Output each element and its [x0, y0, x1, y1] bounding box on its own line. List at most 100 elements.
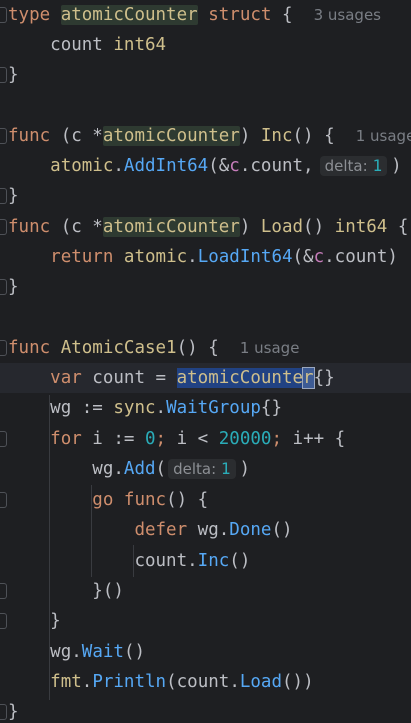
fold-end-icon[interactable] — [0, 613, 7, 629]
code-line[interactable]: } — [0, 606, 411, 636]
type-name: WaitGroup — [166, 398, 261, 418]
method-call: Inc — [197, 551, 230, 571]
hint-value: 1 — [220, 459, 231, 478]
dot: . — [71, 642, 82, 662]
keyword-func: func — [8, 338, 51, 358]
object-ref: count — [134, 551, 188, 571]
args-rest: .count, — [239, 156, 314, 176]
args: (& — [208, 156, 230, 176]
closure-end: }() — [92, 581, 124, 601]
receiver-close: ) — [239, 217, 261, 237]
dot: . — [187, 551, 198, 571]
code-line[interactable]: func (c *atomicCounter) Inc() { 1 usage — [0, 121, 411, 151]
keyword-defer: defer — [134, 520, 188, 540]
keyword-for: for — [50, 429, 82, 449]
signature: () { — [176, 338, 219, 358]
code-line[interactable]: } — [0, 697, 411, 723]
usages-hint[interactable]: 1 usage — [240, 339, 300, 357]
code-line[interactable]: return atomic.LoadInt64(&c.count) — [0, 242, 411, 272]
code-line[interactable]: go func() { — [0, 485, 411, 515]
fold-start-icon[interactable] — [0, 7, 7, 23]
variable-decl: wg := — [50, 398, 114, 418]
method-name: Inc — [260, 126, 293, 146]
signature: () { — [292, 126, 335, 146]
receiver-open: (c * — [50, 217, 103, 237]
signature: () — [303, 217, 335, 237]
dot: . — [155, 398, 167, 418]
call-parens: () — [271, 520, 293, 540]
args-rest: .count) — [324, 247, 398, 267]
object-ref: count — [176, 672, 230, 692]
code-line[interactable]: atomic.AddInt64(&c.count, delta: 1) — [0, 151, 411, 181]
fold-start-icon[interactable] — [0, 340, 7, 356]
loop-init: i := — [81, 429, 145, 449]
method-call: Done — [229, 520, 272, 540]
open-paren: ( — [166, 672, 177, 692]
code-line[interactable]: func (c *atomicCounter) Load() int64 { — [0, 212, 411, 242]
open-paren: ( — [155, 459, 167, 479]
closing-brace: } — [8, 702, 19, 722]
parameter-hint: delta: 1 — [319, 156, 388, 176]
code-line[interactable]: } — [0, 181, 411, 211]
field-type: int64 — [113, 35, 167, 55]
brace: { — [387, 217, 409, 237]
receiver-type: atomicCounter — [102, 217, 240, 237]
code-line[interactable]: count.Inc() — [0, 546, 411, 576]
composite-literal: {} — [313, 368, 335, 388]
fold-end-icon[interactable] — [0, 583, 7, 599]
fold-end-icon[interactable] — [0, 188, 7, 204]
code-line[interactable]: count int64 — [0, 30, 411, 60]
field-name: count — [50, 35, 103, 55]
code-line[interactable]: type atomicCounter struct { 3 usages — [0, 0, 411, 30]
code-line[interactable]: } — [0, 60, 411, 90]
function-call: Println — [92, 672, 167, 692]
composite-literal: {} — [260, 398, 282, 418]
closing-brace: } — [8, 65, 19, 85]
code-line[interactable]: } — [0, 272, 411, 302]
code-line[interactable]: wg.Wait() — [0, 637, 411, 667]
usages-hint[interactable]: 1 usage — [356, 127, 411, 145]
call-parens: ()) — [282, 672, 314, 692]
variable-decl: count = — [81, 368, 177, 388]
brace: { — [271, 5, 293, 25]
object-ref: wg — [197, 520, 219, 540]
fold-start-icon[interactable] — [0, 492, 7, 508]
fold-start-icon[interactable] — [0, 431, 7, 447]
fold-end-icon[interactable] — [0, 279, 7, 295]
fold-end-icon[interactable] — [0, 67, 7, 83]
code-line[interactable]: wg := sync.WaitGroup{} — [0, 393, 411, 423]
fold-start-icon[interactable] — [0, 219, 7, 235]
code-line[interactable]: for i := 0; i < 20000; i++ { — [0, 424, 411, 454]
usages-hint[interactable]: 3 usages — [314, 6, 381, 24]
keyword-func: func — [8, 217, 51, 237]
code-line[interactable]: }() — [0, 576, 411, 606]
keyword-var: var — [50, 368, 82, 388]
keyword-go: go — [92, 490, 114, 510]
code-line[interactable]: fmt.Println(count.Load()) — [0, 667, 411, 697]
package-name: sync — [113, 398, 156, 418]
call-parens: () — [229, 551, 251, 571]
code-editor[interactable]: type atomicCounter struct { 3 usages cou… — [0, 0, 411, 723]
object-ref: wg — [50, 642, 72, 662]
receiver-type: atomicCounter — [102, 126, 240, 146]
selected-type[interactable]: atomicCounte — [176, 368, 304, 388]
number-literal: 20000 — [218, 429, 272, 449]
dot: . — [113, 156, 124, 176]
object-ref: wg — [92, 459, 114, 479]
keyword-return: return — [50, 247, 114, 267]
dot: . — [81, 672, 93, 692]
receiver-close: ) — [239, 126, 261, 146]
function-call: LoadInt64 — [197, 247, 293, 267]
code-line[interactable]: func AtomicCase1() { 1 usage — [0, 333, 411, 363]
dot: . — [218, 520, 230, 540]
fold-end-icon[interactable] — [0, 704, 7, 720]
code-line-current[interactable]: var count = atomicCounter{} — [0, 363, 411, 393]
args: (& — [292, 247, 314, 267]
text-caret[interactable]: r — [302, 367, 315, 389]
parameter-hint: delta: 1 — [168, 459, 236, 479]
code-line[interactable]: wg.Add(delta: 1) — [0, 454, 411, 484]
fold-start-icon[interactable] — [0, 128, 7, 144]
code-line[interactable]: defer wg.Done() — [0, 515, 411, 545]
signature: () { — [166, 490, 209, 510]
hint-label: delta: — [173, 460, 217, 478]
